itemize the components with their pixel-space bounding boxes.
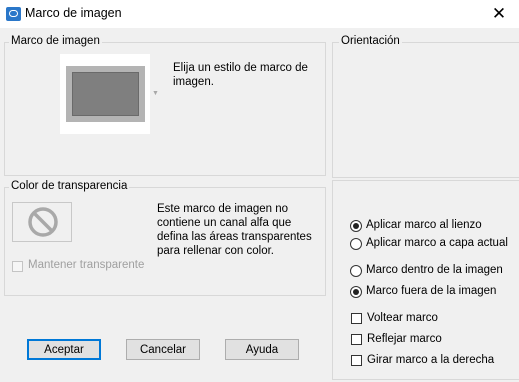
window-title: Marco de imagen — [25, 6, 122, 20]
frame-desc-line2: imagen. — [173, 76, 214, 88]
transparency-group-label: Color de transparencia — [9, 180, 130, 192]
flip-frame-checkbox[interactable] — [351, 313, 362, 324]
frame-style-group-label: Marco de imagen — [9, 35, 102, 47]
dropdown-triangle-icon[interactable]: ▼ — [152, 90, 159, 97]
keep-transparent-checkbox[interactable] — [12, 261, 23, 272]
orientation-group — [332, 42, 519, 178]
frame-inside-label[interactable]: Marco dentro de la imagen — [366, 264, 503, 276]
transp-desc-line1: Este marco de imagen no — [157, 203, 289, 215]
transparency-color-swatch — [12, 202, 72, 242]
help-button[interactable]: Ayuda — [225, 339, 299, 360]
frame-preview-image — [72, 72, 139, 116]
close-icon: ✕ — [491, 4, 507, 23]
cancel-button[interactable]: Cancelar — [126, 339, 200, 360]
keep-transparent-label: Mantener transparente — [28, 259, 145, 271]
apply-canvas-radio[interactable] — [350, 220, 362, 232]
app-icon — [6, 7, 21, 21]
title-bar: Marco de imagen ✕ — [0, 0, 519, 28]
frame-desc-line1: Elija un estilo de marco de — [173, 62, 308, 74]
frame-style-description: Elija un estilo de marco de imagen. — [173, 61, 308, 89]
ok-button[interactable]: Aceptar — [27, 339, 101, 360]
apply-layer-label[interactable]: Aplicar marco a capa actual — [366, 237, 508, 249]
transp-desc-line2: contiene un canal alfa que — [157, 217, 292, 229]
apply-layer-radio[interactable] — [350, 238, 362, 250]
transp-desc-line4: para rellenar con color. — [157, 245, 274, 257]
options-group — [332, 180, 519, 380]
apply-canvas-label[interactable]: Aplicar marco al lienzo — [366, 219, 482, 231]
frame-outside-label[interactable]: Marco fuera de la imagen — [366, 285, 496, 297]
no-sign-icon — [28, 207, 58, 237]
close-button[interactable]: ✕ — [479, 0, 519, 28]
mirror-frame-label[interactable]: Reflejar marco — [367, 333, 442, 345]
transparency-description: Este marco de imagen no contiene un cana… — [157, 202, 312, 258]
orientation-group-label: Orientación — [339, 35, 402, 47]
flip-frame-label[interactable]: Voltear marco — [367, 312, 438, 324]
rotate-frame-checkbox[interactable] — [351, 355, 362, 366]
frame-inside-radio[interactable] — [350, 265, 362, 277]
mirror-frame-checkbox[interactable] — [351, 334, 362, 345]
transp-desc-line3: defina las áreas transparentes — [157, 231, 312, 243]
rotate-frame-label[interactable]: Girar marco a la derecha — [367, 354, 494, 366]
frame-outside-radio[interactable] — [350, 286, 362, 298]
